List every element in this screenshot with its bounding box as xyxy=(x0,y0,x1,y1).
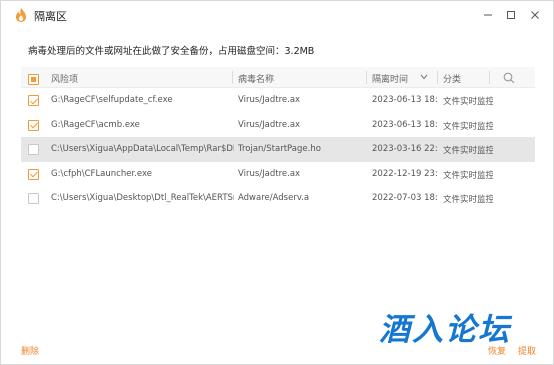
risk-item-path: G:\RageCF\selfupdate_cf.exe xyxy=(51,95,173,105)
close-icon xyxy=(531,11,539,19)
quarantine-window: 隔离区 病毒处理后的文件或网址在此做了安全备份，占用磁盘空间：3.2MB 风险项… xyxy=(0,0,554,365)
row-checkbox[interactable] xyxy=(28,119,39,131)
header-virus[interactable]: 病毒名称 xyxy=(238,72,274,85)
flame-logo-icon xyxy=(16,8,26,22)
category: 文件实时监控 xyxy=(443,121,493,132)
quarantine-time: 2022-12-19 23:5 xyxy=(372,168,437,179)
header-category[interactable]: 分类 xyxy=(443,72,461,85)
table-row[interactable]: G:\cfph\CFLauncher.exe Virus/Jadtre.ax 2… xyxy=(21,162,535,187)
backup-info-text: 病毒处理后的文件或网址在此做了安全备份，占用磁盘空间：3.2MB xyxy=(28,46,315,57)
quarantine-time: 2022-07-03 18:2 xyxy=(372,193,437,203)
row-checkbox[interactable] xyxy=(28,95,39,106)
restore-button[interactable]: 恢复 xyxy=(488,344,506,357)
risk-item-path: G:\RageCF\acmb.exe xyxy=(51,119,140,130)
header-item[interactable]: 风险项 xyxy=(51,72,78,85)
risk-item-path: C:\Users\Xigua\AppData\Local\Temp\Rar$DR… xyxy=(51,144,234,154)
minimize-button[interactable] xyxy=(479,6,497,24)
virus-name: Trojan/StartPage.ho xyxy=(238,144,321,154)
category: 文件实时监控 xyxy=(443,195,493,205)
window-title: 隔离区 xyxy=(34,10,67,23)
search-icon[interactable] xyxy=(503,72,515,84)
maximize-icon xyxy=(507,11,515,19)
quarantine-time: 2023-03-16 22:4 xyxy=(372,144,437,154)
delete-button[interactable]: 删除 xyxy=(21,344,39,357)
virus-name: Virus/Jadtre.ax xyxy=(238,168,301,179)
row-checkbox[interactable] xyxy=(28,168,39,180)
table-row[interactable]: G:\RageCF\selfupdate_cf.exe Virus/Jadtre… xyxy=(21,88,535,113)
column-divider[interactable] xyxy=(437,71,438,84)
table-header: 风险项 病毒名称 隔离时间 分类 xyxy=(21,67,535,88)
header-time[interactable]: 隔离时间 xyxy=(372,72,408,85)
risk-item-path: C:\Users\Xigua\Desktop\Dtl_RealTek\AERTS… xyxy=(51,193,234,203)
minimize-icon xyxy=(484,14,492,16)
category: 文件实时监控 xyxy=(443,146,493,156)
table-row[interactable]: C:\Users\Xigua\Desktop\Dtl_RealTek\AERTS… xyxy=(21,186,535,211)
category: 文件实时监控 xyxy=(443,97,493,107)
column-divider[interactable] xyxy=(232,71,233,84)
chevron-down-icon[interactable] xyxy=(420,74,428,80)
virus-name: Adware/Adserv.a xyxy=(238,193,310,203)
virus-name: Virus/Jadtre.ax xyxy=(238,119,301,130)
quarantine-time: 2023-06-13 18:1 xyxy=(372,95,437,105)
maximize-button[interactable] xyxy=(502,6,520,24)
close-button[interactable] xyxy=(526,6,544,24)
quarantine-table: 风险项 病毒名称 隔离时间 分类 G:\RageCF\selfupdate_cf… xyxy=(21,67,535,211)
extract-button[interactable]: 提取 xyxy=(518,344,536,357)
table-row[interactable]: C:\Users\Xigua\AppData\Local\Temp\Rar$DR… xyxy=(21,137,535,162)
forum-watermark: 酒入论坛 xyxy=(379,312,511,348)
select-all-checkbox[interactable] xyxy=(28,74,39,85)
quarantine-time: 2023-06-13 18:1 xyxy=(372,119,437,130)
column-divider[interactable] xyxy=(489,71,490,84)
table-row[interactable]: G:\RageCF\acmb.exe Virus/Jadtre.ax 2023-… xyxy=(21,113,535,138)
virus-name: Virus/Jadtre.ax xyxy=(238,95,301,105)
row-checkbox[interactable] xyxy=(28,193,39,204)
column-divider[interactable] xyxy=(366,71,367,84)
title-bar: 隔离区 xyxy=(1,1,553,29)
risk-item-path: G:\cfph\CFLauncher.exe xyxy=(51,168,152,179)
row-checkbox[interactable] xyxy=(28,144,39,155)
category: 文件实时监控 xyxy=(443,170,493,181)
